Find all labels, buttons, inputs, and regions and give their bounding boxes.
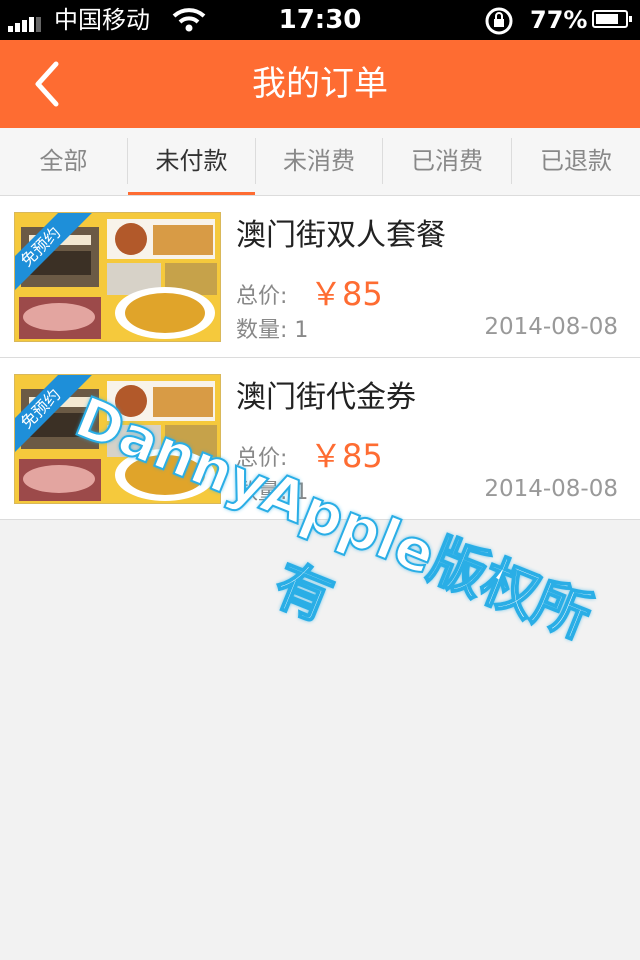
tab-consumed[interactable]: 已消费 — [383, 128, 511, 195]
order-quantity: 数量: 1 — [236, 318, 309, 343]
price-label: 总价: — [236, 284, 288, 309]
order-price: ￥85 — [310, 275, 383, 313]
order-date: 2014-08-08 — [484, 476, 618, 502]
battery-icon — [592, 10, 632, 28]
tab-bar: 全部 未付款 未消费 已消费 已退款 — [0, 128, 640, 196]
order-thumbnail: 免预约 — [14, 212, 221, 342]
order-item[interactable]: 免预约 澳门街双人套餐 总价: ￥85 数量: 1 2014-08-08 — [0, 196, 640, 358]
tab-refunded[interactable]: 已退款 — [512, 128, 640, 195]
order-name: 澳门街代金券 — [236, 380, 416, 415]
page-title: 我的订单 — [252, 64, 388, 104]
nav-bar: 我的订单 — [0, 40, 640, 128]
tab-unconsumed[interactable]: 未消费 — [256, 128, 382, 195]
tab-unpaid[interactable]: 未付款 — [128, 128, 255, 195]
battery-percent: 77% — [530, 6, 588, 34]
order-name: 澳门街双人套餐 — [236, 218, 446, 253]
tab-all[interactable]: 全部 — [0, 128, 127, 195]
order-date: 2014-08-08 — [484, 314, 618, 340]
rotation-lock-icon — [484, 6, 514, 40]
status-bar: 中国移动 17:30 77% — [0, 0, 640, 40]
